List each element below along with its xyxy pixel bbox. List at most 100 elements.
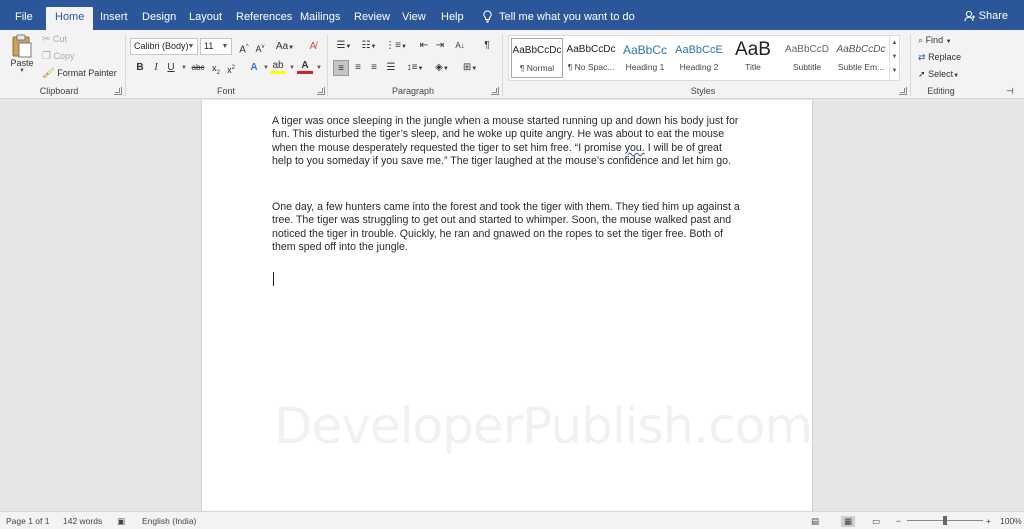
zoom-slider[interactable] [907, 516, 983, 525]
align-left-icon[interactable]: ≡ [333, 60, 349, 76]
cut-button[interactable]: ✂ Cut [42, 34, 67, 45]
align-center-icon[interactable]: ≡ [350, 60, 366, 76]
copy-icon: ❐ [42, 51, 51, 62]
style-heading-2[interactable]: AaBbCcE Heading 2 [673, 38, 725, 78]
strikethrough-icon[interactable]: abc [189, 60, 207, 76]
proofing-icon[interactable]: ▣ [117, 516, 125, 527]
style-preview: AaBbCcDc [566, 44, 616, 55]
word-count[interactable]: 142 words [63, 516, 102, 526]
styles-label: Styles [690, 86, 716, 96]
paragraph-launcher-icon[interactable] [491, 87, 499, 95]
font-name-value: Calibri (Body) [134, 41, 189, 51]
style-name: Subtle Em... [837, 62, 885, 72]
tab-help[interactable]: Help [441, 7, 464, 30]
change-case-button[interactable]: Aa▼ [274, 39, 296, 55]
tab-insert[interactable]: Insert [100, 7, 128, 30]
bullets-icon[interactable]: ☰▼ [333, 38, 355, 54]
watermark: DeveloperPublish.com [274, 397, 813, 455]
style-preview: AaBbCcDc [512, 45, 562, 56]
numbering-icon[interactable]: ☷▼ [358, 38, 380, 54]
paragraph-1[interactable]: A tiger was once sleeping in the jungle … [272, 115, 744, 169]
increase-indent-icon[interactable]: ⇥ [432, 38, 448, 54]
bold-icon[interactable]: B [132, 60, 148, 76]
ribbon-home: Paste ▼ ✂ Cut ❐ Copy 🖌 Format Painter Cl… [0, 30, 1024, 99]
select-button[interactable]: ➚ Select▼ [918, 69, 959, 80]
zoom-level[interactable]: 100% [1000, 516, 1022, 526]
read-mode-icon[interactable]: ▤ [811, 516, 819, 527]
editing-label: Editing [927, 86, 955, 96]
style-no-spacing[interactable]: AaBbCcDc ¶ No Spac... [565, 38, 617, 78]
style-name: Heading 2 [679, 62, 719, 72]
chevron-down-icon[interactable]: ▼ [890, 50, 899, 64]
tab-references[interactable]: References [236, 7, 292, 30]
clipboard-launcher-icon[interactable] [114, 87, 122, 95]
copy-button[interactable]: ❐ Copy [42, 51, 75, 62]
sort-icon[interactable]: A↓ [452, 38, 468, 54]
share-label: Share [978, 10, 1008, 22]
style-title[interactable]: AaB Title [727, 38, 779, 78]
shrink-font-icon[interactable]: Av [252, 39, 268, 55]
share-button[interactable]: Share [964, 10, 1008, 22]
align-right-icon[interactable]: ≡ [366, 60, 382, 76]
style-subtle-emphasis[interactable]: AaBbCcDc Subtle Em... [835, 38, 887, 78]
tab-view[interactable]: View [402, 7, 426, 30]
font-launcher-icon[interactable] [317, 87, 325, 95]
font-size-combo[interactable]: 11 ▼ [200, 38, 232, 55]
grammar-flag[interactable]: you. [625, 142, 645, 154]
tab-file[interactable]: File [15, 7, 33, 30]
style-subtitle[interactable]: AaBbCcD Subtitle [781, 38, 833, 78]
more-icon[interactable]: ▼ [890, 64, 899, 78]
page-count[interactable]: Page 1 of 1 [6, 516, 49, 526]
subscript-icon[interactable]: x2 [208, 60, 224, 76]
style-normal[interactable]: AaBbCcDc ¶ Normal [511, 38, 563, 78]
style-preview: AaBbCcE [675, 44, 723, 56]
style-name: Subtitle [792, 62, 822, 72]
tell-me-box[interactable]: Tell me what you want to do [482, 10, 635, 23]
line-spacing-icon[interactable]: ↕≡▼ [404, 60, 426, 76]
language[interactable]: English (India) [142, 516, 196, 526]
chevron-down-icon: ▼ [945, 39, 952, 45]
tab-layout[interactable]: Layout [189, 7, 222, 30]
tab-design[interactable]: Design [142, 7, 176, 30]
style-name: ¶ No Spac... [567, 62, 615, 72]
zoom-out-button[interactable]: − [896, 516, 901, 526]
web-layout-icon[interactable]: ▭ [872, 516, 880, 527]
shading-icon[interactable]: ◈▼ [431, 60, 453, 76]
gallery-scroll[interactable]: ▲ ▼ ▼ [889, 36, 899, 80]
superscript-icon[interactable]: x2 [223, 60, 239, 76]
zoom-in-button[interactable]: + [986, 516, 991, 526]
copy-label: Copy [53, 51, 75, 61]
italic-icon[interactable]: I [148, 60, 164, 76]
chevron-down-icon: ▼ [221, 43, 229, 50]
paste-button[interactable]: Paste ▼ [8, 34, 36, 78]
zoom-slider-thumb[interactable] [943, 516, 947, 525]
style-preview: AaB [735, 39, 771, 60]
style-heading-1[interactable]: AaBbCc Heading 1 [619, 38, 671, 78]
cursor-icon: ➚ [918, 69, 926, 79]
tab-mailings[interactable]: Mailings [300, 7, 340, 30]
paste-icon [12, 34, 32, 58]
font-size-value: 11 [204, 41, 214, 51]
format-painter-button[interactable]: 🖌 Format Painter [42, 68, 117, 79]
tab-review[interactable]: Review [354, 7, 390, 30]
justify-icon[interactable]: ☰ [383, 60, 399, 76]
collapse-ribbon-icon[interactable]: ⊣ [1006, 86, 1014, 97]
replace-button[interactable]: ⇄ Replace [918, 52, 961, 63]
pilcrow-icon[interactable]: ¶ [479, 38, 495, 54]
print-layout-icon[interactable]: ▦ [841, 516, 856, 527]
styles-launcher-icon[interactable] [899, 87, 907, 95]
decrease-indent-icon[interactable]: ⇤ [416, 38, 432, 54]
find-button[interactable]: ⌕ Find ▼ [918, 35, 952, 46]
borders-icon[interactable]: ⊞▼ [459, 60, 481, 76]
tab-home[interactable]: Home [46, 7, 94, 30]
chevron-up-icon[interactable]: ▲ [890, 36, 899, 50]
chevron-down-icon[interactable]: ▼ [311, 60, 327, 76]
multilevel-list-icon[interactable]: ⋮≡▼ [384, 38, 408, 54]
paragraph-label: Paragraph [391, 86, 435, 96]
font-name-combo[interactable]: Calibri (Body) ▼ [130, 38, 198, 55]
paragraph-2[interactable]: One day, a few hunters came into the for… [272, 201, 744, 255]
replace-icon: ⇄ [918, 52, 926, 62]
clear-formatting-icon[interactable]: A̸ [305, 39, 321, 55]
document-page[interactable]: DeveloperPublish.com A tiger was once sl… [201, 100, 813, 511]
grow-font-icon[interactable]: A^ [236, 39, 252, 55]
